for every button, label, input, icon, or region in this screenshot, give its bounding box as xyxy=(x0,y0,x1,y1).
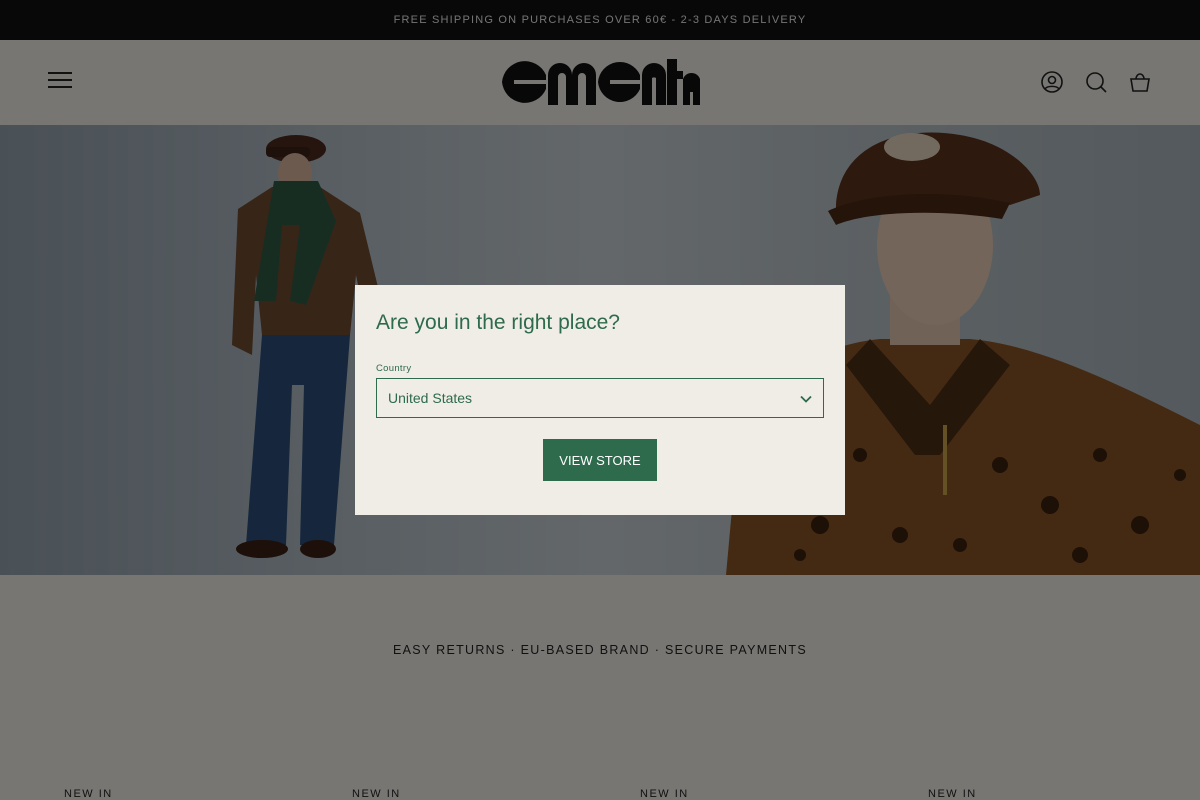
chevron-down-icon xyxy=(800,395,812,403)
country-select-value: United States xyxy=(388,390,473,406)
view-store-button[interactable]: VIEW STORE xyxy=(543,439,657,481)
country-label: Country xyxy=(376,363,412,374)
country-select[interactable]: United States xyxy=(376,378,824,418)
modal-title: Are you in the right place? xyxy=(376,311,620,334)
country-selector-modal: Are you in the right place? Country Unit… xyxy=(355,285,845,515)
